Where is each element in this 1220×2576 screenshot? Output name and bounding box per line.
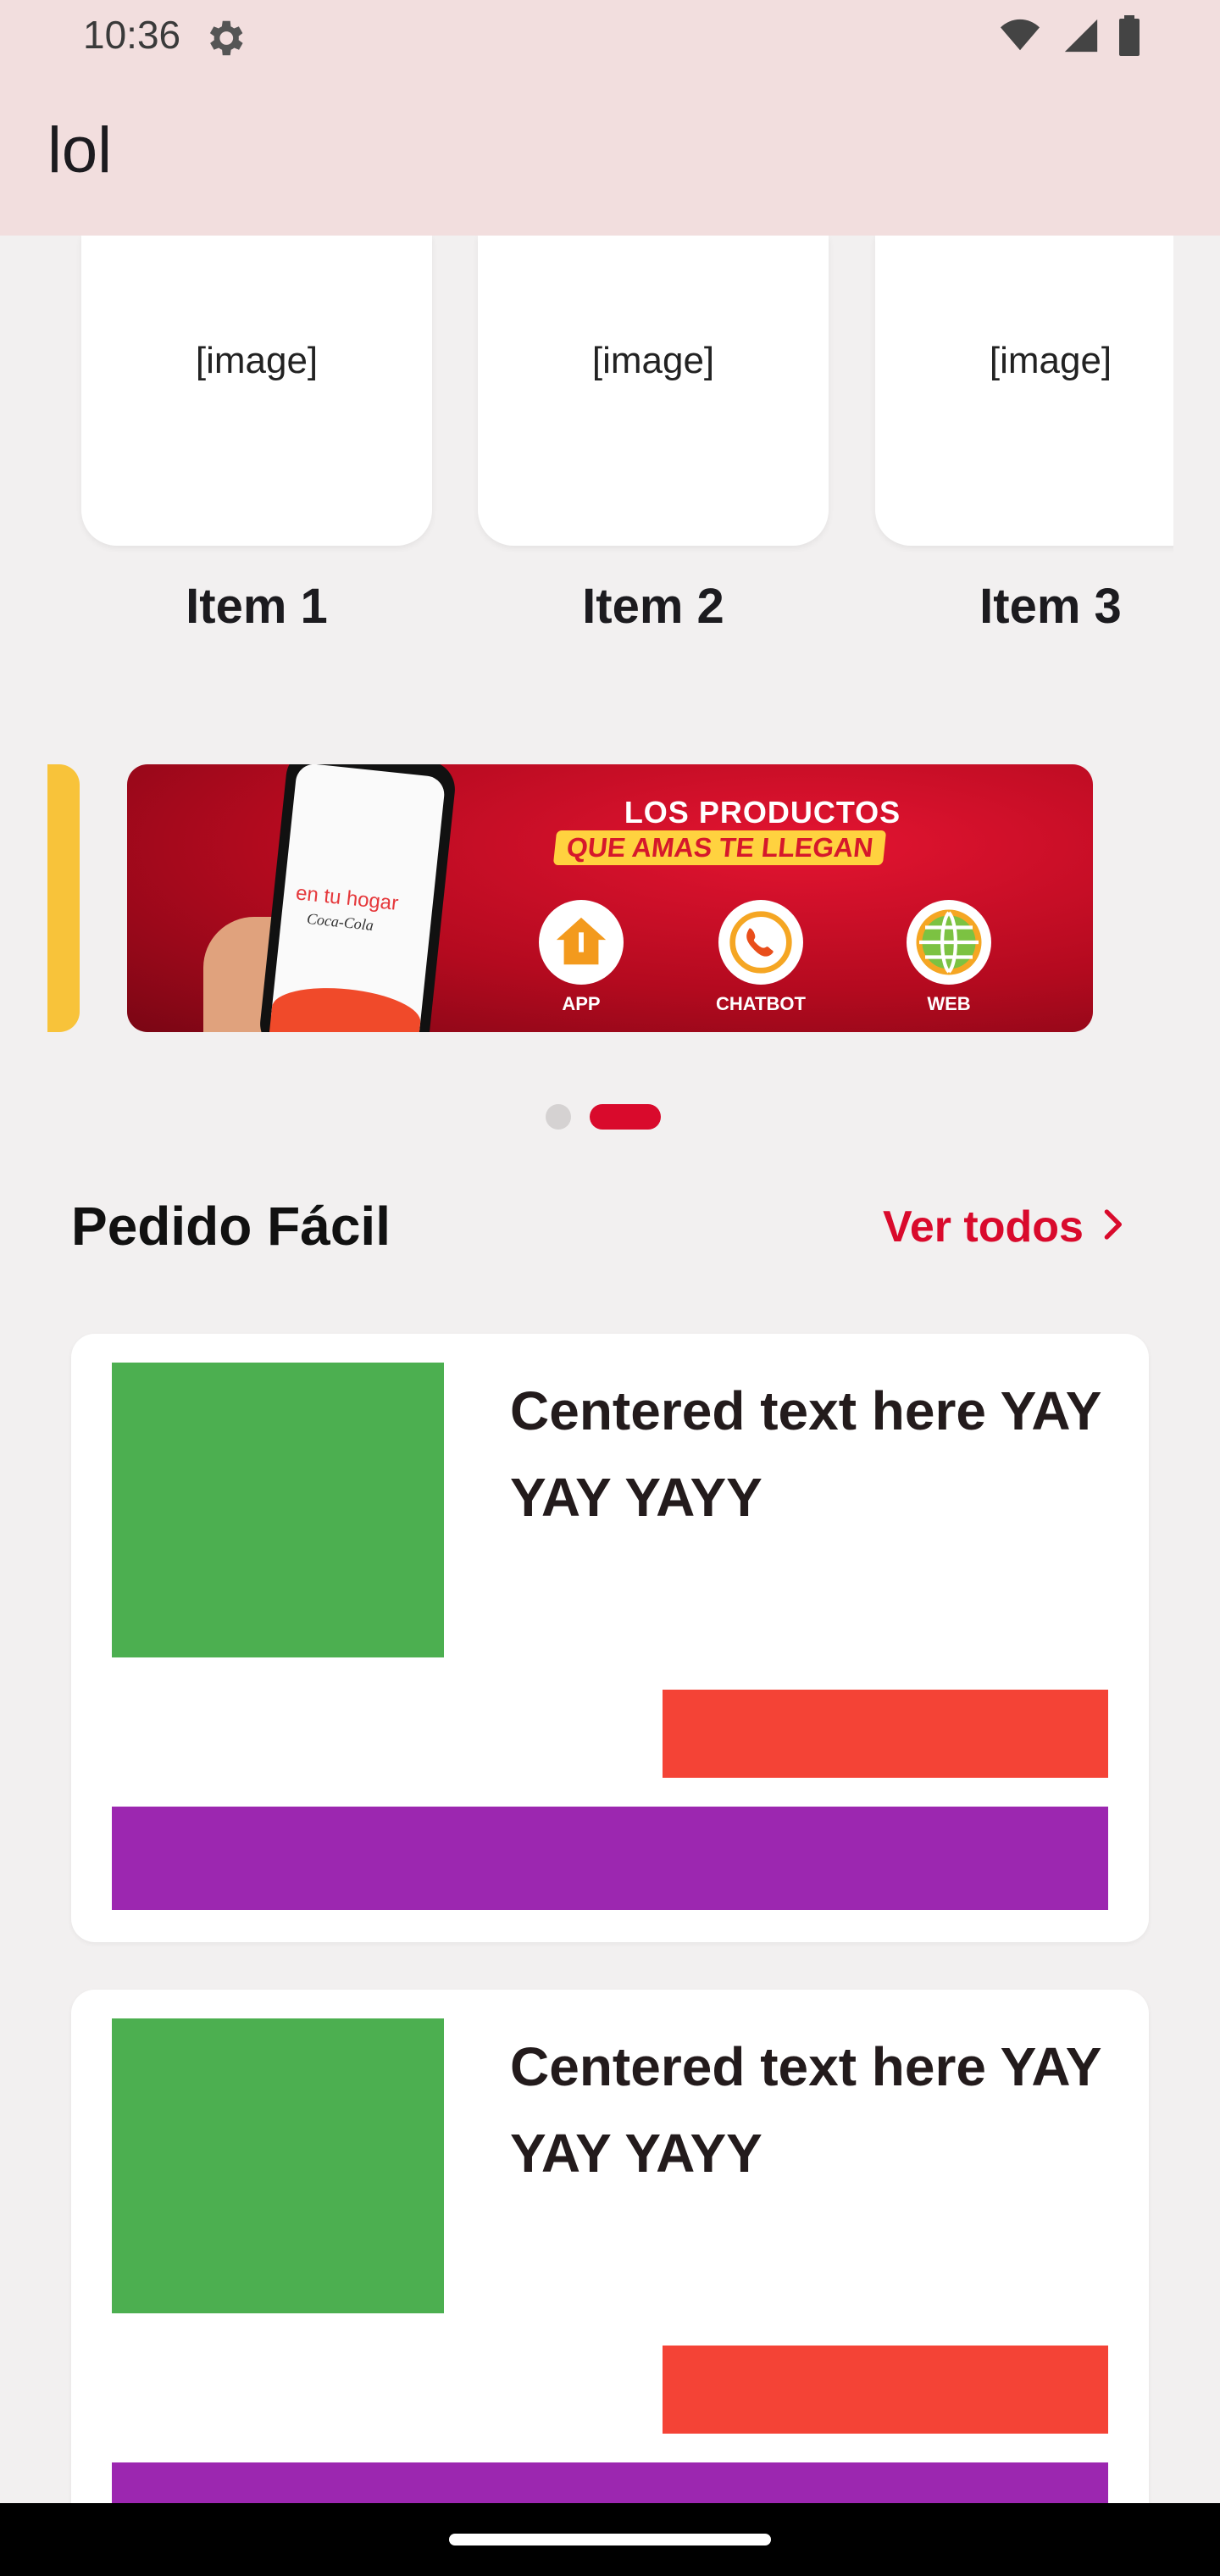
card-text: Centered text here YAY YAY YAYY: [510, 2036, 1101, 2184]
app-bar: lol: [0, 73, 1220, 236]
item-image-alt: [image]: [195, 340, 319, 381]
see-all-link[interactable]: Ver todos: [883, 1202, 1129, 1252]
item-label: Item 1: [186, 579, 328, 634]
system-nav-bar: [0, 2503, 1220, 2576]
card-green-block: [112, 2018, 444, 2313]
carousel-indicator: [546, 1104, 661, 1130]
channel-label: WEB: [927, 993, 971, 1014]
banner-previous-slide[interactable]: [47, 764, 80, 1032]
settings-gear-icon: [202, 15, 247, 61]
cell-signal-icon: [1061, 16, 1101, 58]
phone-graphic: en tu hogar Coca-Cola: [257, 764, 458, 1032]
card-text: Centered text here YAY YAY YAYY: [510, 1380, 1101, 1528]
phone-by-text: Coca-Cola: [306, 909, 374, 935]
card-green-block: [112, 1363, 444, 1657]
channel-web: WEB: [890, 900, 1008, 1015]
channel-label: CHATBOT: [716, 993, 806, 1014]
item-card-2[interactable]: [image] Item 2: [478, 236, 829, 635]
see-all-label: Ver todos: [883, 1202, 1084, 1252]
channel-app: APP: [522, 900, 640, 1015]
item-label: Item 2: [582, 579, 724, 634]
item-image: [image]: [81, 236, 432, 546]
channel-chatbot: CHATBOT: [702, 900, 820, 1015]
carousel-dot-2-active[interactable]: [590, 1104, 661, 1130]
chevron-right-icon: [1095, 1202, 1129, 1252]
item-image: [image]: [875, 236, 1173, 546]
card-red-block: [663, 2346, 1108, 2434]
status-time: 10:36: [83, 13, 181, 57]
channel-label: APP: [562, 993, 601, 1014]
promo-banner[interactable]: en tu hogar Coca-Cola LOS PRODUCTOS QUE …: [127, 764, 1093, 1032]
status-bar: 10:36: [0, 0, 1220, 73]
item-card-1[interactable]: [image] Item 1: [81, 236, 432, 635]
section-title: Pedido Fácil: [71, 1196, 391, 1257]
product-card[interactable]: Centered text here YAY YAY YAYY: [71, 1334, 1149, 1942]
banner-subtitle: QUE AMAS TE LLEGAN: [552, 830, 887, 865]
item-image-alt: [image]: [591, 340, 715, 381]
app-house-icon: [539, 900, 624, 985]
globe-icon: [907, 900, 991, 985]
banner-title: LOS PRODUCTOS: [624, 795, 901, 830]
card-purple-block: [112, 1807, 1108, 1910]
home-gesture-handle[interactable]: [449, 2534, 771, 2545]
product-card[interactable]: Centered text here YAY YAY YAYY: [71, 1990, 1149, 2576]
item-label: Item 3: [979, 579, 1122, 634]
card-red-block: [663, 1690, 1108, 1778]
carousel-dot-1[interactable]: [546, 1104, 571, 1130]
item-image-alt: [image]: [989, 340, 1112, 381]
whatsapp-icon: [718, 900, 803, 985]
wifi-icon: [996, 16, 1044, 58]
item-image: [image]: [478, 236, 829, 546]
battery-icon: [1118, 15, 1140, 59]
item-card-3[interactable]: [image] Item 3: [875, 236, 1173, 635]
app-title: lol: [47, 114, 113, 186]
items-carousel[interactable]: [image] Item 1 [image] Item 2 [image] It…: [0, 236, 1173, 659]
